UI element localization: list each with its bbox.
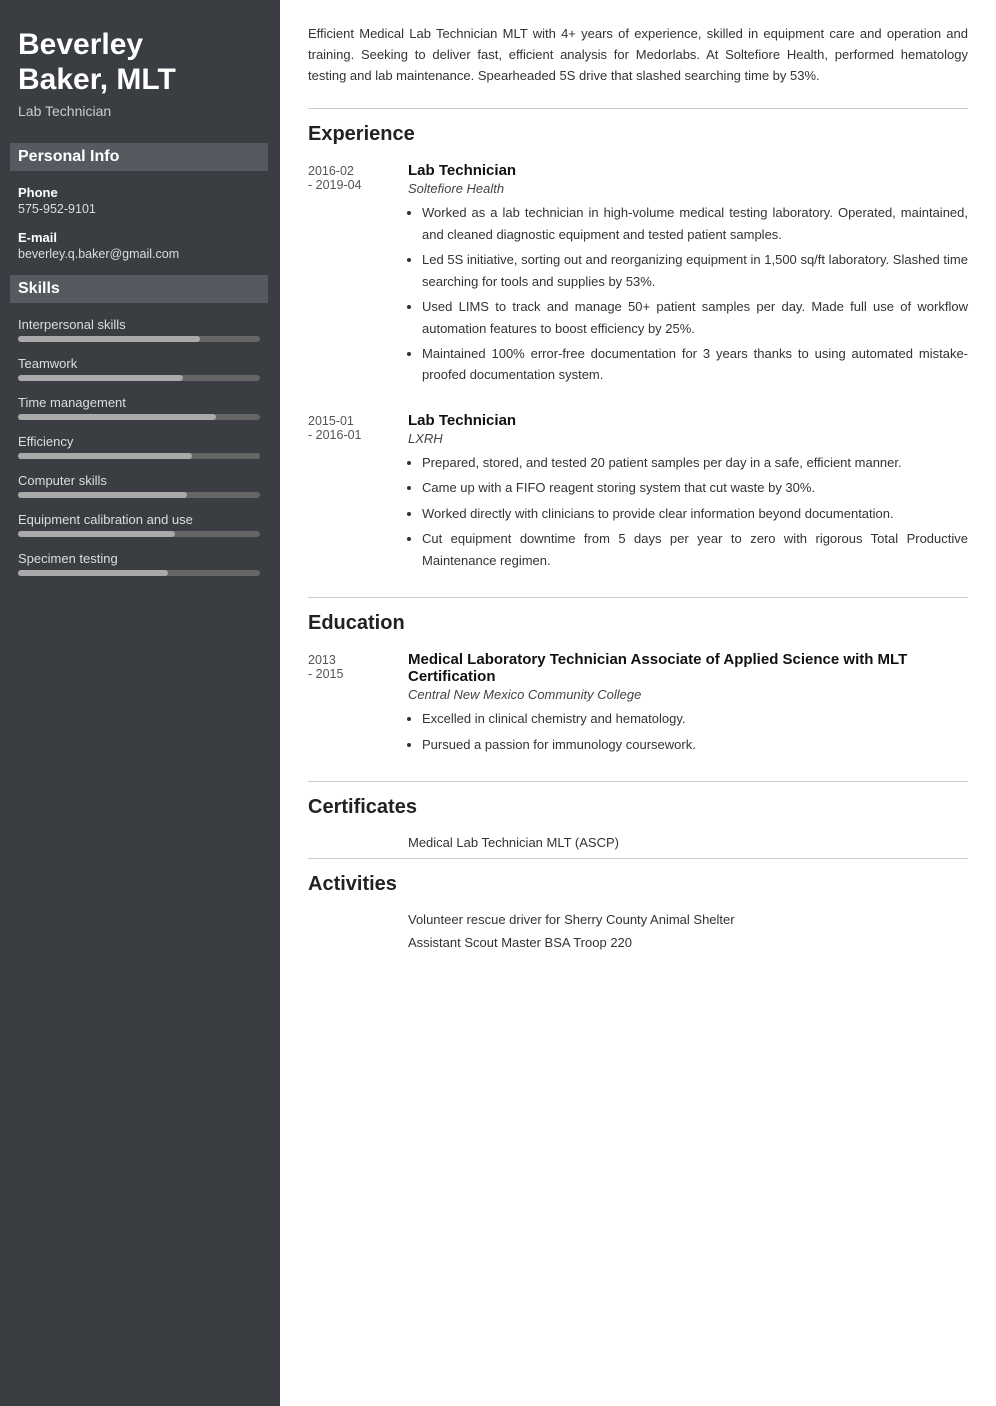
company-name: Soltefiore Health [408,181,968,196]
bullet-item: Cut equipment downtime from 5 days per y… [422,528,968,571]
experience-content: Lab Technician Soltefiore Health Worked as… [408,162,968,390]
skill-name: Equipment calibration and use [18,512,260,527]
bullet-item: Pursued a passion for immunology coursew… [422,734,968,755]
email-label: E-mail [18,230,260,245]
divider-certificates [308,781,968,782]
skill-bar-fill [18,492,187,498]
bullet-item: Came up with a FIFO reagent storing syst… [422,477,968,498]
personal-info-heading: Personal Info [10,143,268,171]
skill-bar-background [18,375,260,381]
bullet-item: Led 5S initiative, sorting out and reorg… [422,249,968,292]
skill-bar-background [18,570,260,576]
name-line2: Baker, MLT [18,63,176,96]
candidate-name: Beverley Baker, MLT [18,28,260,97]
job-bullets: Worked as a lab technician in high-volum… [408,202,968,386]
experience-content: Lab Technician LXRH Prepared, stored, and … [408,412,968,575]
education-entry: 2013 - 2015Medical Laboratory Technician… [308,651,968,759]
phone-value: 575-952-9101 [18,202,260,216]
skill-name: Teamwork [18,356,260,371]
candidate-title: Lab Technician [18,103,260,119]
skill-name: Interpersonal skills [18,317,260,332]
skill-name: Specimen testing [18,551,260,566]
skill-bar-fill [18,531,175,537]
skill-bar-background [18,414,260,420]
skill-bar-fill [18,336,200,342]
skill-name: Efficiency [18,434,260,449]
email-value: beverley.q.baker@gmail.com [18,247,260,261]
skill-name: Time management [18,395,260,410]
phone-label: Phone [18,185,260,200]
experience-date: 2016-02 - 2019-04 [308,162,408,390]
company-name: LXRH [408,431,968,446]
skill-bar-background [18,453,260,459]
bullet-item: Excelled in clinical chemistry and hemat… [422,708,968,729]
skill-bar-background [18,492,260,498]
divider-experience [308,108,968,109]
skill-bar-background [18,531,260,537]
certificate-item: Medical Lab Technician MLT (ASCP) [308,835,968,850]
skill-bar-fill [18,375,183,381]
divider-education [308,597,968,598]
education-content: Medical Laboratory Technician Associate … [408,651,968,759]
experience-list: 2016-02 - 2019-04Lab TechnicianSoltefior… [308,162,968,575]
experience-heading: Experience [308,123,968,146]
job-bullets: Prepared, stored, and tested 20 patient … [408,452,968,571]
activity-item: Volunteer rescue driver for Sherry Count… [308,912,968,927]
activity-item: Assistant Scout Master BSA Troop 220 [308,935,968,950]
education-date: 2013 - 2015 [308,651,408,759]
degree-title: Medical Laboratory Technician Associate … [408,651,968,685]
divider-activities [308,858,968,859]
skill-bar-fill [18,414,216,420]
activities-heading: Activities [308,873,968,896]
education-list: 2013 - 2015Medical Laboratory Technician… [308,651,968,759]
skills-heading: Skills [10,275,268,303]
resume-container: Beverley Baker, MLT Lab Technician Perso… [0,0,996,1406]
bullet-item: Worked as a lab technician in high-volum… [422,202,968,245]
certificates-list: Medical Lab Technician MLT (ASCP) [308,835,968,850]
job-title: Lab Technician [408,162,968,179]
job-title: Lab Technician [408,412,968,429]
experience-date: 2015-01 - 2016-01 [308,412,408,575]
name-line1: Beverley [18,28,143,61]
experience-entry: 2016-02 - 2019-04Lab Technician Soltefior… [308,162,968,390]
education-heading: Education [308,612,968,635]
activities-list: Volunteer rescue driver for Sherry Count… [308,912,968,950]
sidebar: Beverley Baker, MLT Lab Technician Perso… [0,0,280,1406]
experience-entry: 2015-01 - 2016-01Lab Technician LXRH Prepa… [308,412,968,575]
summary-text: Efficient Medical Lab Technician MLT wit… [308,24,968,86]
skills-list: Interpersonal skills Teamwork Time managem… [18,317,260,576]
bullet-item: Maintained 100% error-free documentation… [422,343,968,386]
bullet-item: Prepared, stored, and tested 20 patient … [422,452,968,473]
certificates-heading: Certificates [308,796,968,819]
bullet-item: Used LIMS to track and manage 50+ patien… [422,296,968,339]
skill-name: Computer skills [18,473,260,488]
bullet-item: Worked directly with clinicians to provi… [422,503,968,524]
skill-bar-fill [18,570,168,576]
skill-bar-fill [18,453,192,459]
main-content: Efficient Medical Lab Technician MLT wit… [280,0,996,1406]
institution-name: Central New Mexico Community College [408,687,968,702]
education-bullets: Excelled in clinical chemistry and hemat… [408,708,968,755]
skill-bar-background [18,336,260,342]
